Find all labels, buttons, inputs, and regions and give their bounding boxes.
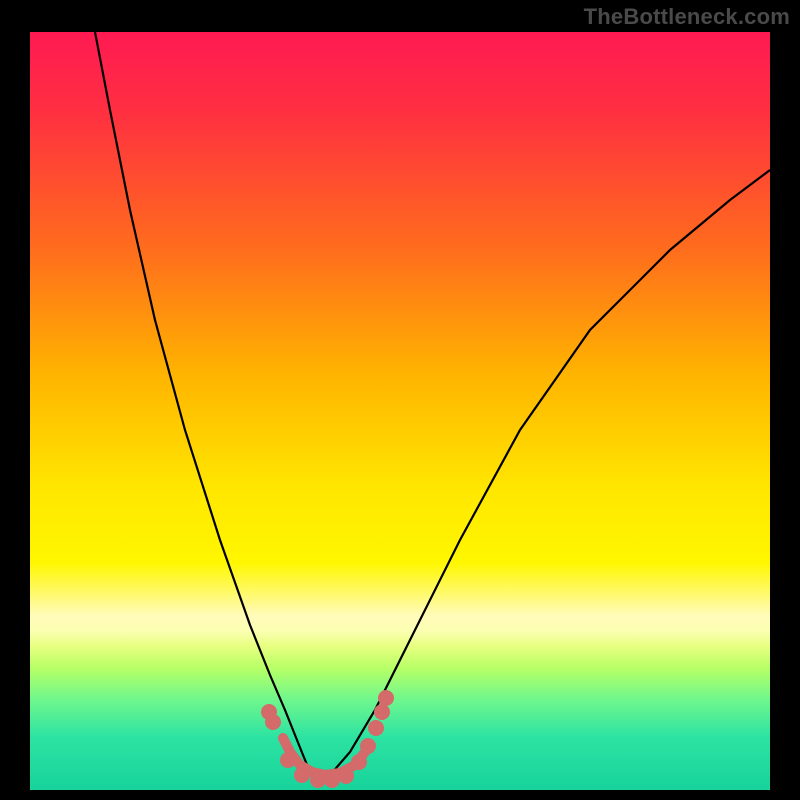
highlight-dot <box>338 768 354 784</box>
highlight-dot <box>374 704 390 720</box>
bottleneck-chart <box>0 0 800 800</box>
highlight-dot <box>294 767 310 783</box>
highlight-dot <box>360 738 376 754</box>
highlight-dot <box>368 720 384 736</box>
highlight-dot <box>310 772 326 788</box>
chart-frame: TheBottleneck.com <box>0 0 800 800</box>
highlight-dot <box>378 690 394 706</box>
watermark-text: TheBottleneck.com <box>584 4 790 30</box>
highlight-dot <box>324 772 340 788</box>
highlight-dot <box>280 752 296 768</box>
highlight-dot <box>351 754 367 770</box>
highlight-dot <box>265 714 281 730</box>
plot-background <box>30 32 770 790</box>
